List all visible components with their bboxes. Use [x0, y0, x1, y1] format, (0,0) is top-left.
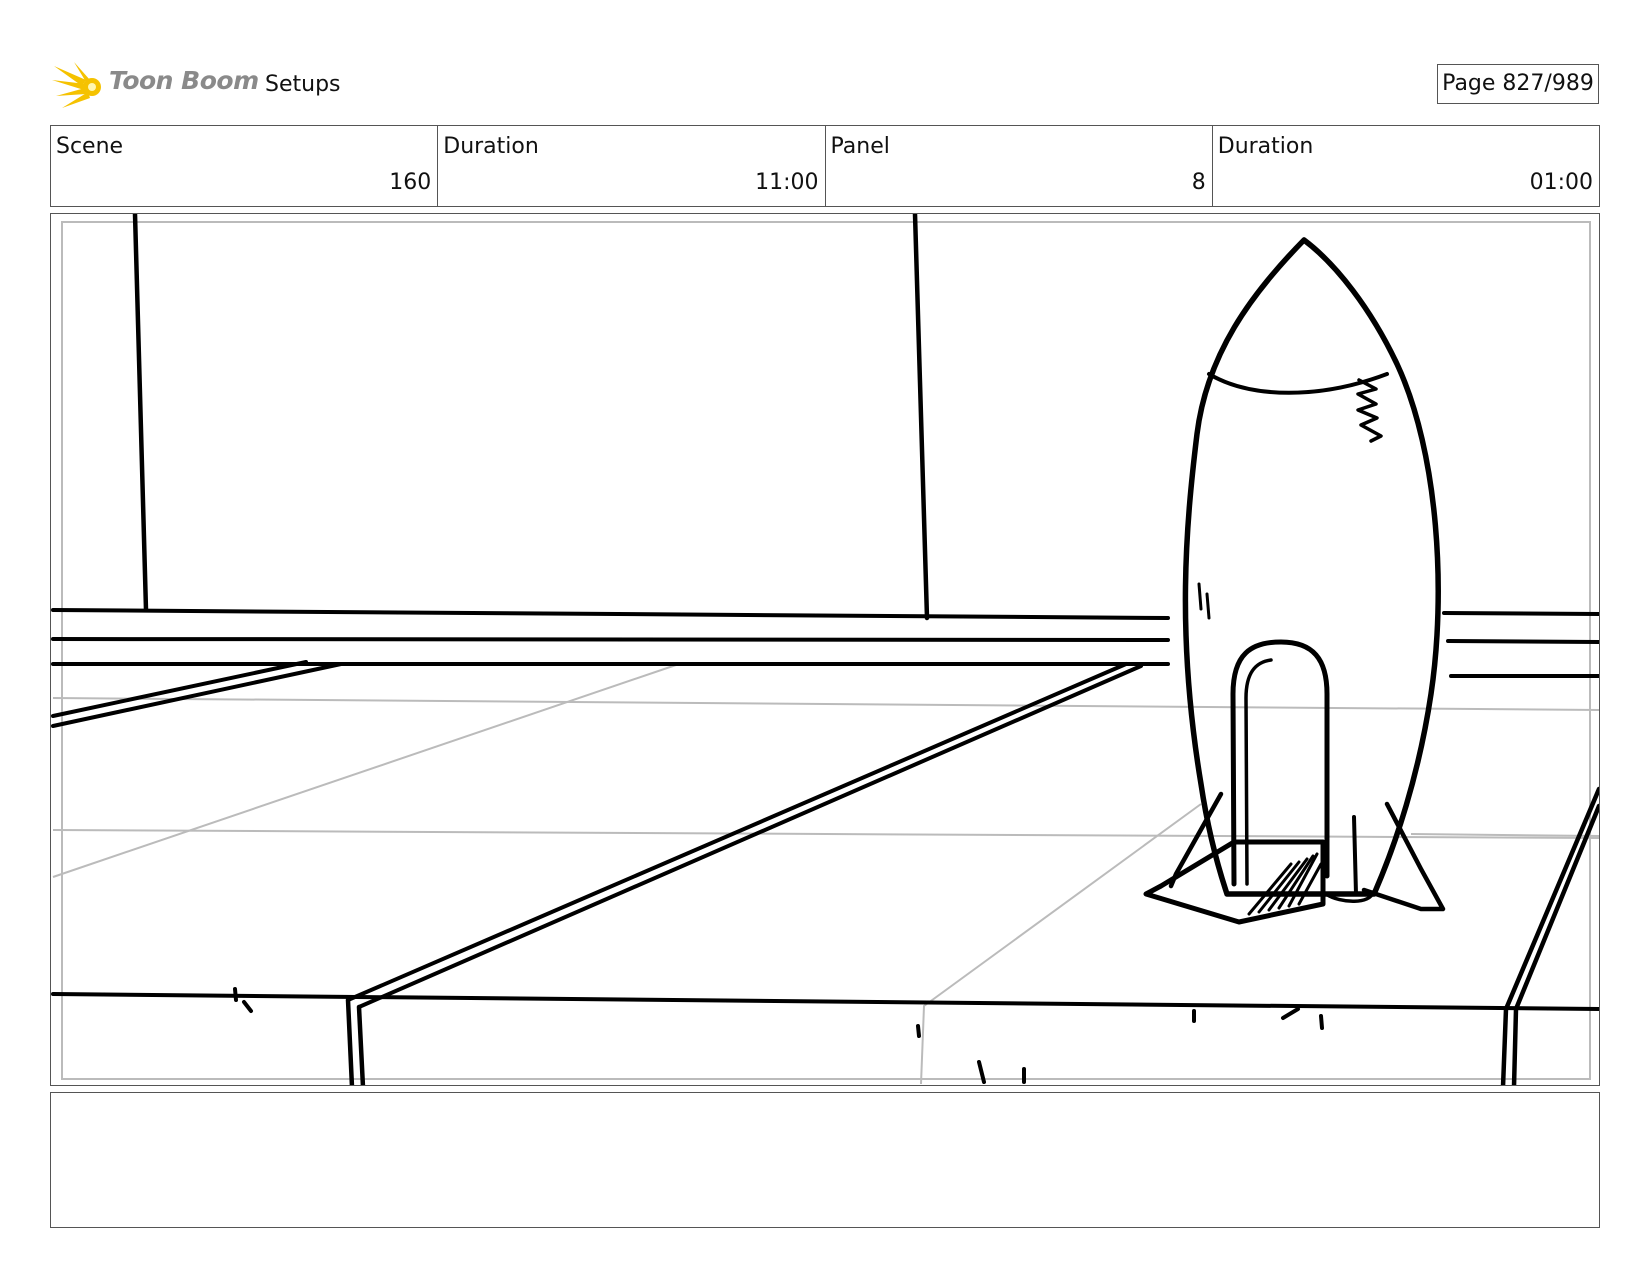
- rocket-zigzag-mark: [1356, 378, 1383, 443]
- platform-edge: [51, 992, 1599, 1011]
- rocket-fin-center: [1352, 815, 1358, 896]
- panel-duration-value: 01:00: [1529, 170, 1593, 195]
- storyboard-sketch: [51, 214, 1599, 1085]
- panel-duration-cell: Duration 01:00: [1213, 126, 1599, 206]
- scene-value: 160: [389, 170, 432, 195]
- rocket: [1143, 237, 1446, 925]
- logo-text: Toon Boom: [109, 66, 259, 95]
- toon-boom-logo: Toon Boom: [52, 58, 259, 114]
- scene-duration-cell: Duration 11:00: [438, 126, 826, 206]
- caption-box: [50, 1092, 1600, 1228]
- panel-duration-label: Duration: [1217, 134, 1314, 159]
- page-number: Page 827/989: [1437, 64, 1599, 104]
- perspective-guides: [52, 664, 1599, 1085]
- starburst-icon: [52, 62, 101, 108]
- rocket-body: [1182, 237, 1441, 897]
- scene-cell: Scene 160: [51, 126, 439, 206]
- panel-cell: Panel 8: [826, 126, 1213, 206]
- rocket-nose-band: [1207, 372, 1389, 395]
- safe-frame: [61, 221, 1591, 1080]
- floor-line-left: [51, 660, 343, 728]
- wall-pole-left: [132, 214, 149, 613]
- document-title: Setups: [265, 72, 341, 97]
- wall-pole-center: [912, 214, 930, 621]
- rocket-shading-lines: [1197, 582, 1211, 620]
- panel-value: 8: [1191, 170, 1206, 195]
- scene-duration-value: 11:00: [755, 170, 819, 195]
- panel-label: Panel: [830, 134, 890, 159]
- rocket-door-inner: [1244, 658, 1273, 886]
- storyboard-panel: [50, 213, 1600, 1086]
- scene-duration-label: Duration: [443, 134, 539, 159]
- scene-info-row: Scene 160 Duration 11:00 Panel 8 Duratio…: [50, 125, 1600, 207]
- scene-label: Scene: [56, 134, 124, 159]
